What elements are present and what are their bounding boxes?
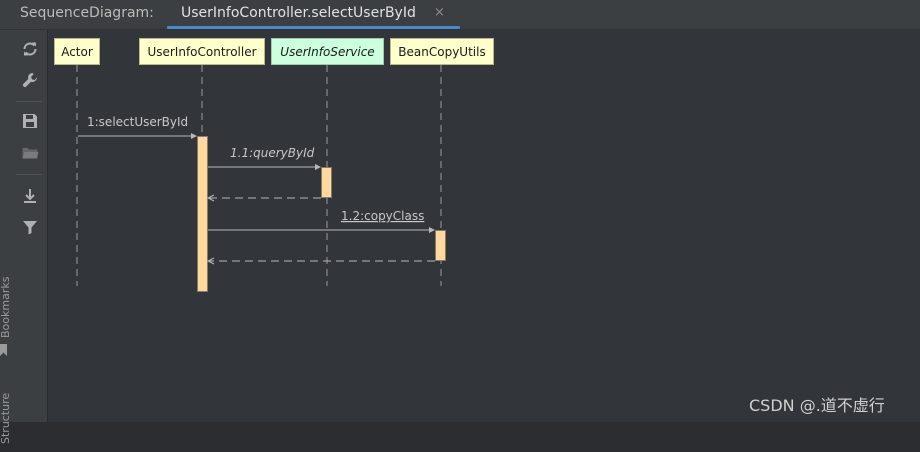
open-button[interactable] (19, 142, 41, 164)
arrow-head-icon (315, 164, 321, 170)
filter-button[interactable] (19, 216, 41, 238)
watermark: CSDN @.道不虚行 (749, 396, 885, 415)
activation-usercontroller (197, 136, 208, 292)
side-tool-strip: Bookmarks Structure (0, 60, 12, 452)
filter-icon (23, 221, 37, 235)
tab-usercontroller-selectuserbyid[interactable]: UserInfoController.selectUserById × (167, 0, 460, 29)
diagram-canvas[interactable]: Actor UserInfoController UserInfoService Be… (48, 30, 920, 422)
message-label: 1.1:queryById (230, 146, 315, 160)
toolbar-separator (16, 101, 42, 102)
sequence-diagram: 1:selectUserById 1.1:queryById 1.2:copyCla… (76, 65, 446, 292)
side-tab-structure[interactable]: Structure (0, 393, 12, 444)
save-icon (23, 114, 37, 128)
tool-window-title: SequenceDiagram: (20, 5, 154, 21)
export-button[interactable] (19, 185, 41, 207)
arrow-head-icon (191, 133, 197, 139)
refresh-button[interactable] (19, 38, 41, 60)
close-icon[interactable]: × (434, 5, 445, 20)
export-icon (24, 189, 36, 203)
active-tab-indicator (167, 26, 460, 29)
wrench-icon (22, 73, 37, 88)
tab-label: UserInfoController.selectUserById (181, 5, 416, 21)
folder-icon (22, 148, 39, 159)
tool-window-header: SequenceDiagram: UserInfoController.sele… (0, 0, 920, 30)
side-toolbar: Bookmarks Structure (0, 30, 48, 444)
activation-userinfoservice (321, 167, 332, 198)
message-label: 1:selectUserById (87, 115, 188, 129)
save-button[interactable] (19, 110, 41, 132)
arrow-head-icon (429, 227, 435, 233)
bookmark-icon (0, 344, 7, 356)
settings-button[interactable] (19, 69, 41, 91)
toolbar-separator (16, 174, 42, 175)
refresh-icon (23, 42, 37, 56)
message-label: 1.2:copyClass (341, 209, 424, 223)
activation-beancopyutils (435, 230, 446, 261)
side-tab-bookmarks[interactable]: Bookmarks (0, 277, 12, 338)
